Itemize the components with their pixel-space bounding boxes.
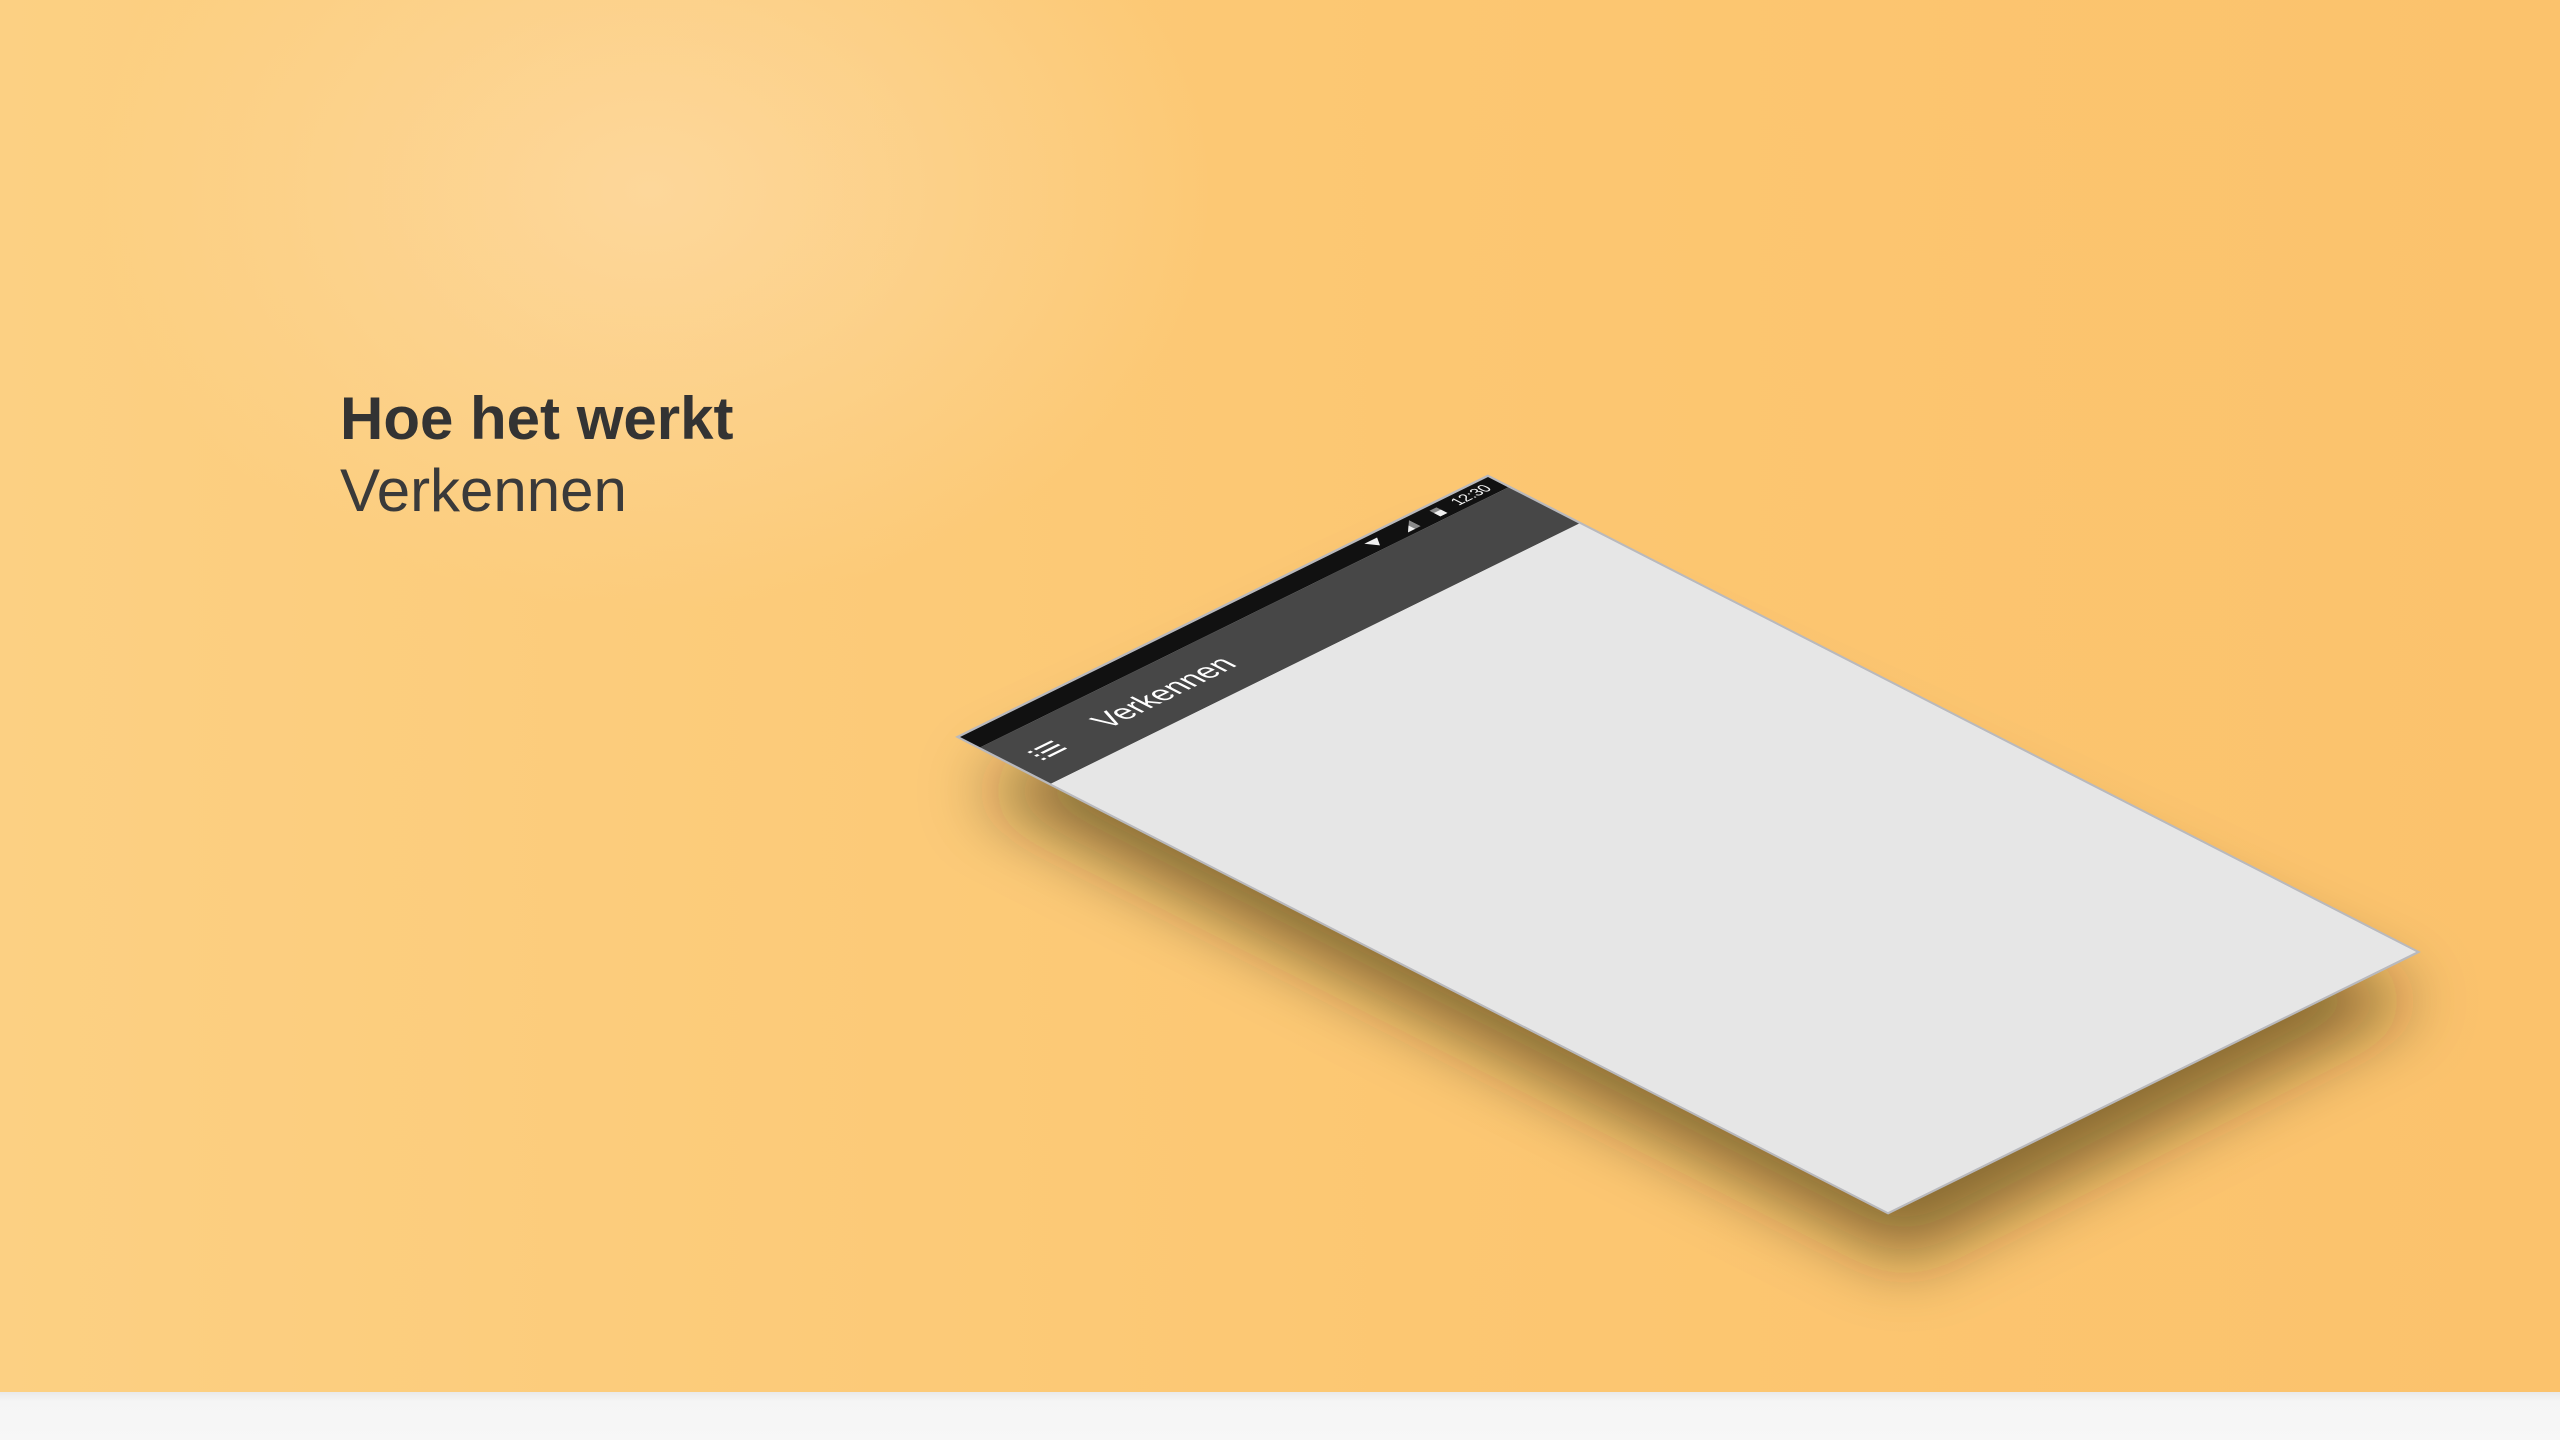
background-stage: Hoe het werkt Verkennen 12:30 Verkennen <box>0 0 2560 1392</box>
page-title: Hoe het werkt <box>340 385 734 452</box>
battery-icon <box>1429 507 1448 517</box>
signal-icon <box>1408 520 1421 533</box>
phone-screen: 12:30 Verkennen <box>960 476 2416 1212</box>
menu-icon[interactable] <box>1025 739 1069 761</box>
heading-block: Hoe het werkt Verkennen <box>340 382 733 526</box>
wifi-icon <box>1364 537 1380 546</box>
footer-strip <box>0 1392 2560 1440</box>
page-subtitle: Verkennen <box>340 457 627 524</box>
